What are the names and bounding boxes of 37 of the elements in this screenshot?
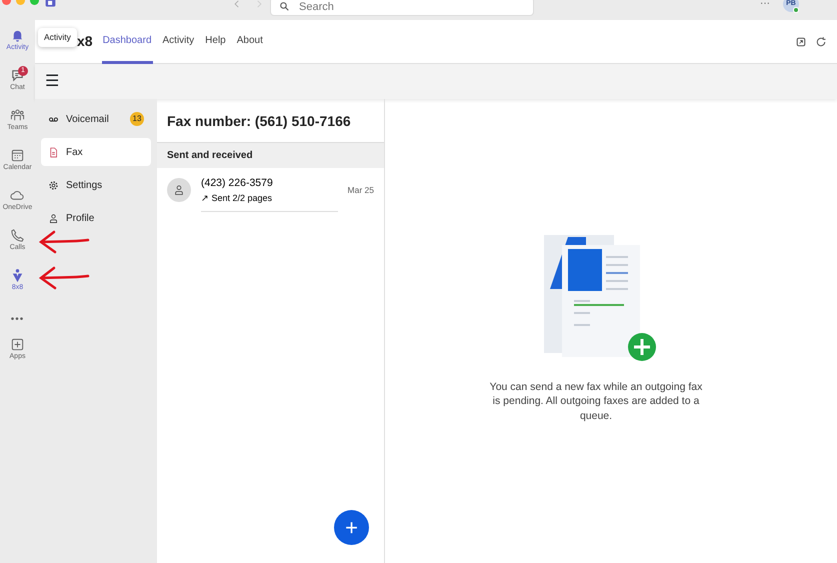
nav-tab[interactable]: About xyxy=(236,20,264,64)
nav-tab[interactable]: Help xyxy=(204,20,227,64)
add-app-icon xyxy=(10,337,25,352)
person-icon xyxy=(48,212,59,224)
settings-icon xyxy=(48,180,59,190)
popout-icon xyxy=(795,36,807,48)
sidebar-item[interactable]: Settings xyxy=(41,171,151,199)
new-fax-button[interactable]: + xyxy=(334,510,369,545)
menu-button[interactable]: ☰ xyxy=(45,74,59,90)
more-button[interactable]: ··· xyxy=(760,0,770,11)
sidebar-item[interactable]: Fax xyxy=(41,138,151,166)
calendar-icon xyxy=(10,148,25,163)
chat-icon xyxy=(10,68,25,83)
fax-number: (423) 226-3579 xyxy=(201,176,274,191)
fax-date: Mar 25 xyxy=(348,184,374,196)
phone-icon xyxy=(10,228,25,243)
search-field[interactable]: Search xyxy=(270,0,534,16)
bell-icon xyxy=(10,28,25,43)
status-dot xyxy=(793,7,799,13)
app-logo-icon xyxy=(10,268,25,283)
refresh-icon xyxy=(815,36,827,48)
sidebar-item[interactable]: Voicemail 13 xyxy=(41,105,151,133)
person-icon xyxy=(173,184,185,196)
sidebar-item[interactable]: Profile xyxy=(41,204,151,232)
nav-tab[interactable]: Activity xyxy=(162,20,196,64)
fax-status: ↗ Sent 2/2 pages xyxy=(201,192,274,205)
tooltip: Activity xyxy=(38,28,77,47)
app-title: x8 xyxy=(77,32,93,51)
fax-list-item[interactable]: (423) 226-3579 ↗ Sent 2/2 pages Mar 25 xyxy=(157,168,384,212)
document-icon xyxy=(48,146,59,158)
empty-state-message: You can send a new fax while an outgoing fax is pending. All outgoing faxes are added to a queue. xyxy=(488,380,704,424)
people-icon xyxy=(10,108,25,123)
search-icon xyxy=(279,1,290,12)
more-apps-button[interactable]: ••• xyxy=(0,306,35,332)
section-header: Sent and received xyxy=(157,142,384,168)
fax-number-title: Fax number: (561) 510-7166 xyxy=(166,112,352,131)
count-badge: 13 xyxy=(130,112,144,126)
